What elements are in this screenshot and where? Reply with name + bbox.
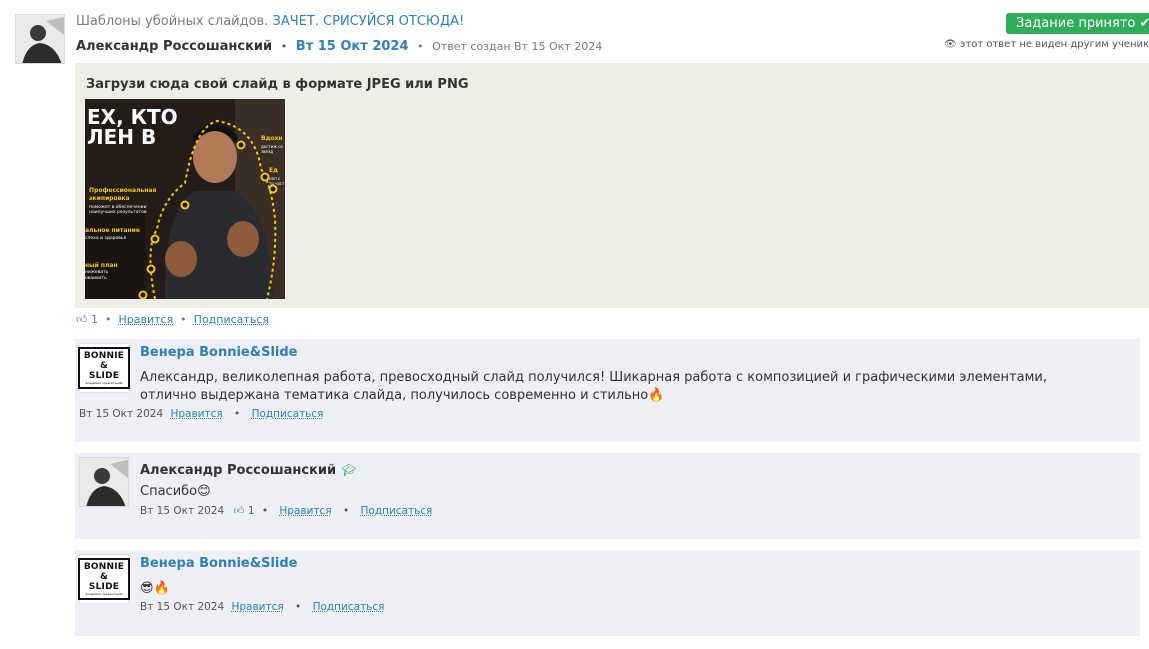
comment-author-line: Александр Россошанский 🎓︎ xyxy=(140,459,356,478)
answer-box: Загрузи сюда свой слайд в формате JPEG и… xyxy=(75,63,1149,308)
eye-slash-icon: 👁 xyxy=(944,39,957,50)
logo-line: & SLIDE xyxy=(88,572,120,592)
comment-meta: Вт 15 Окт 2024 Нравится • Подписаться xyxy=(140,601,388,613)
thumbs-up-icon[interactable]: 👍︎ xyxy=(233,505,244,517)
assignment-title-link[interactable]: ЗАЧЕТ. СРИСУЙСЯ ОТСЮДА! xyxy=(273,14,465,29)
separator-dot: • xyxy=(413,40,428,53)
comment-date: Вт 15 Окт 2024 xyxy=(140,601,225,613)
slide-label-sub: поможет в обеспечении наилучших результа… xyxy=(89,205,147,215)
slide-label-sub: нижевать оваивать xyxy=(85,270,109,281)
assignment-accepted-button[interactable]: Задание принято ✔ xyxy=(1006,13,1149,34)
comment-meta: Вт 15 Окт 2024 👍︎ 1 • Нравится • Подписа… xyxy=(140,504,436,517)
like-button[interactable]: Нравится xyxy=(231,601,283,613)
slide-label: Ед xyxy=(269,167,278,174)
assignment-title: Шаблоны убойных слайдов. ЗАЧЕТ. СРИСУЙСЯ… xyxy=(76,14,464,29)
subscribe-button[interactable]: Подписаться xyxy=(252,408,324,420)
comment-author[interactable]: Венера Bonnie&Slide xyxy=(140,345,298,360)
subscribe-button[interactable]: Подписаться xyxy=(194,313,269,326)
like-count: 1 xyxy=(247,505,255,517)
visibility-notice-text: этот ответ не виден другим ученикам xyxy=(959,39,1149,50)
slide-label-sub: спеха и здоровья xyxy=(85,236,127,241)
visibility-notice: 👁 этот ответ не виден другим ученикам xyxy=(944,39,1149,50)
slide-label: ный план xyxy=(85,262,118,269)
separator-dot: • xyxy=(342,505,350,517)
logo-line: BONNIE xyxy=(83,351,125,361)
like-count: 1 xyxy=(91,313,98,326)
commenter-avatar[interactable] xyxy=(79,457,129,507)
slide-label-sub: достиж со звезд xyxy=(261,144,283,154)
slide-label-sub: нап с тр част xyxy=(269,176,285,186)
subscribe-button[interactable]: Подписаться xyxy=(313,601,385,613)
comment-date: Вт 15 Окт 2024 xyxy=(140,505,225,517)
comment: BONNIE & SLIDE академия презентаций Вене… xyxy=(75,339,1140,442)
logo-line: BONNIE xyxy=(83,562,125,572)
answer-date: Вт 15 Окт 2024 xyxy=(295,39,409,54)
assignment-title-prefix: Шаблоны убойных слайдов. xyxy=(76,14,269,29)
slide-label: альное питание xyxy=(85,227,140,234)
slide-headline: ЕХ, КТО ЛЕН В xyxy=(87,107,178,147)
answer-prompt: Загрузи сюда свой слайд в формате JPEG и… xyxy=(86,77,469,92)
comment-author[interactable]: Венера Bonnie&Slide xyxy=(140,556,298,571)
like-button[interactable]: Нравится xyxy=(279,505,331,517)
comment: Александр Россошанский 🎓︎ Спасибо😊 Вт 15… xyxy=(75,453,1140,539)
like-button[interactable]: Нравится xyxy=(170,408,222,420)
answer-actions: 👍︎ 1 • Нравится • Подписаться xyxy=(76,313,269,326)
slide-image[interactable]: ЕХ, КТО ЛЕН В Вдохн достиж со звезд Ед н… xyxy=(85,99,285,299)
commenter-avatar[interactable]: BONNIE & SLIDE академия презентаций xyxy=(77,554,131,604)
separator-dot: • xyxy=(101,313,115,326)
comment-text: Александр, великолепная работа, превосхо… xyxy=(140,370,1047,403)
author-avatar[interactable] xyxy=(15,14,65,64)
separator-dot: • xyxy=(295,601,302,613)
comment-text: Спасибо😊 xyxy=(140,484,211,499)
slide-label: Вдохн xyxy=(261,135,283,142)
commenter-avatar[interactable]: BONNIE & SLIDE академия презентаций xyxy=(77,343,131,393)
answer-created: Ответ создан Вт 15 Окт 2024 xyxy=(432,40,603,53)
bonnie-slide-logo: BONNIE & SLIDE академия презентаций xyxy=(77,558,131,600)
logo-subtitle: академия презентаций xyxy=(85,592,123,596)
like-button[interactable]: Нравится xyxy=(118,313,173,326)
comment-author[interactable]: Александр Россошанский xyxy=(140,463,336,478)
logo-line: & SLIDE xyxy=(88,361,120,381)
person-silhouette-icon xyxy=(80,458,128,506)
separator-dot: • xyxy=(277,40,291,53)
slide-headline-line: ЕХ, КТО xyxy=(87,105,178,129)
logo-subtitle: академия презентаций xyxy=(85,381,123,385)
separator-dot: • xyxy=(261,505,269,517)
answer-meta: Александр Россошанский • Вт 15 Окт 2024 … xyxy=(76,35,602,54)
slide-label: Профессиональная экипировка xyxy=(89,187,157,202)
check-icon: ✔ xyxy=(1139,16,1149,31)
separator-dot: • xyxy=(176,313,191,326)
comment-meta: Вт 15 Окт 2024 Нравится • Подписаться xyxy=(79,408,327,420)
comment: BONNIE & SLIDE академия презентаций Вене… xyxy=(75,550,1140,636)
person-silhouette-icon xyxy=(16,15,64,63)
comment-date: Вт 15 Окт 2024 xyxy=(79,408,164,420)
bonnie-slide-logo: BONNIE & SLIDE академия презентаций xyxy=(77,347,131,389)
thumbs-up-icon[interactable]: 👍︎ xyxy=(76,313,88,326)
separator-dot: • xyxy=(234,408,241,420)
graduation-cap-icon: 🎓︎ xyxy=(341,463,357,477)
answer-author[interactable]: Александр Россошанский xyxy=(76,39,272,54)
slide-headline-line: ЛЕН В xyxy=(87,125,157,149)
assignment-accepted-label: Задание принято xyxy=(1016,16,1136,31)
subscribe-button[interactable]: Подписаться xyxy=(361,505,433,517)
comment-text: 😎🔥 xyxy=(140,581,170,596)
